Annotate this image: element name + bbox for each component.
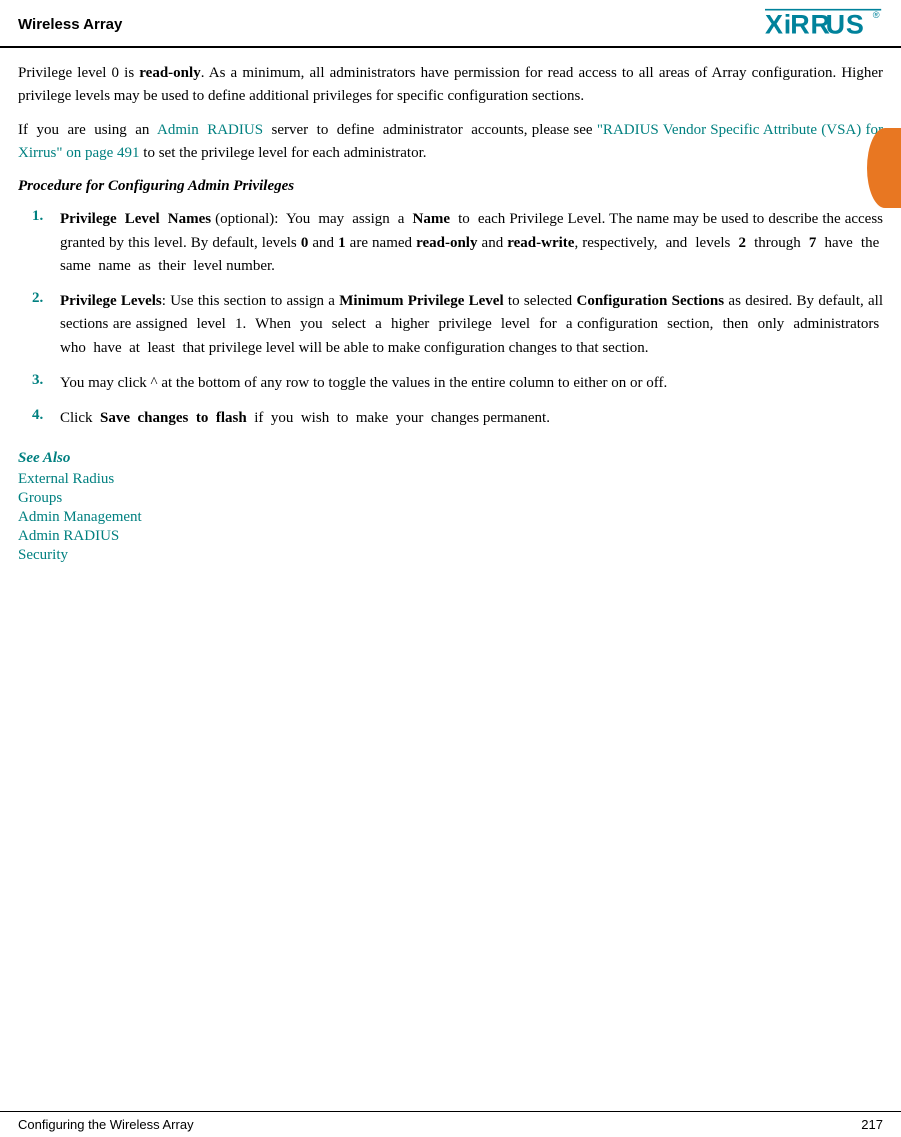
see-also-item-admin-radius[interactable]: Admin RADIUS — [18, 528, 883, 545]
list-number-3: 3. — [32, 372, 60, 389]
page-header: Wireless Array Xi RR US ® — [0, 0, 901, 48]
see-also-item-external-radius[interactable]: External Radius — [18, 471, 883, 488]
list-item-4: 4. Click Save changes to flash if you wi… — [18, 407, 883, 430]
link-security[interactable]: Security — [18, 547, 68, 563]
page-footer: Configuring the Wireless Array 217 — [0, 1111, 901, 1137]
admin-radius-link[interactable]: Admin RADIUS — [157, 122, 263, 138]
link-admin-radius[interactable]: Admin RADIUS — [18, 528, 119, 544]
logo-container: Xi RR US ® — [765, 8, 883, 40]
xirrus-logo: Xi RR US ® — [765, 8, 883, 40]
see-also-heading: See Also — [18, 450, 883, 467]
svg-text:US: US — [826, 9, 865, 39]
list-item-1: 1. Privilege Level Names (optional): You… — [18, 208, 883, 278]
link-external-radius[interactable]: External Radius — [18, 471, 114, 487]
list-content-1: Privilege Level Names (optional): You ma… — [60, 208, 883, 278]
list-item-2: 2. Privilege Levels: Use this section to… — [18, 290, 883, 360]
orange-tab — [867, 128, 901, 208]
header-title: Wireless Array — [18, 16, 122, 33]
procedure-heading: Procedure for Configuring Admin Privileg… — [18, 175, 883, 198]
intro-paragraph-1: Privilege level 0 is read-only. As a min… — [18, 62, 883, 109]
list-number-4: 4. — [32, 407, 60, 424]
footer-page-number: 217 — [861, 1117, 883, 1132]
list-number-1: 1. — [32, 208, 60, 225]
list-content-4: Click Save changes to flash if you wish … — [60, 407, 883, 430]
procedure-list: 1. Privilege Level Names (optional): You… — [18, 208, 883, 430]
link-admin-management[interactable]: Admin Management — [18, 509, 142, 525]
svg-text:Xi: Xi — [765, 9, 792, 39]
see-also-item-security[interactable]: Security — [18, 547, 883, 564]
list-content-3: You may click ^ at the bottom of any row… — [60, 372, 883, 395]
intro-paragraph-2: If you are using an Admin RADIUS server … — [18, 119, 883, 166]
svg-text:RR: RR — [790, 9, 831, 39]
vsa-link[interactable]: "RADIUS Vendor Specific Attribute (VSA) … — [18, 122, 883, 161]
list-item-3: 3. You may click ^ at the bottom of any … — [18, 372, 883, 395]
see-also-item-admin-management[interactable]: Admin Management — [18, 509, 883, 526]
see-also-section: See Also External Radius Groups Admin Ma… — [18, 450, 883, 564]
link-groups[interactable]: Groups — [18, 490, 62, 506]
see-also-links: External Radius Groups Admin Management … — [18, 471, 883, 564]
main-content: Privilege level 0 is read-only. As a min… — [0, 48, 901, 576]
see-also-item-groups[interactable]: Groups — [18, 490, 883, 507]
list-content-2: Privilege Levels: Use this section to as… — [60, 290, 883, 360]
footer-left: Configuring the Wireless Array — [18, 1117, 194, 1132]
svg-text:®: ® — [873, 10, 880, 20]
list-number-2: 2. — [32, 290, 60, 307]
